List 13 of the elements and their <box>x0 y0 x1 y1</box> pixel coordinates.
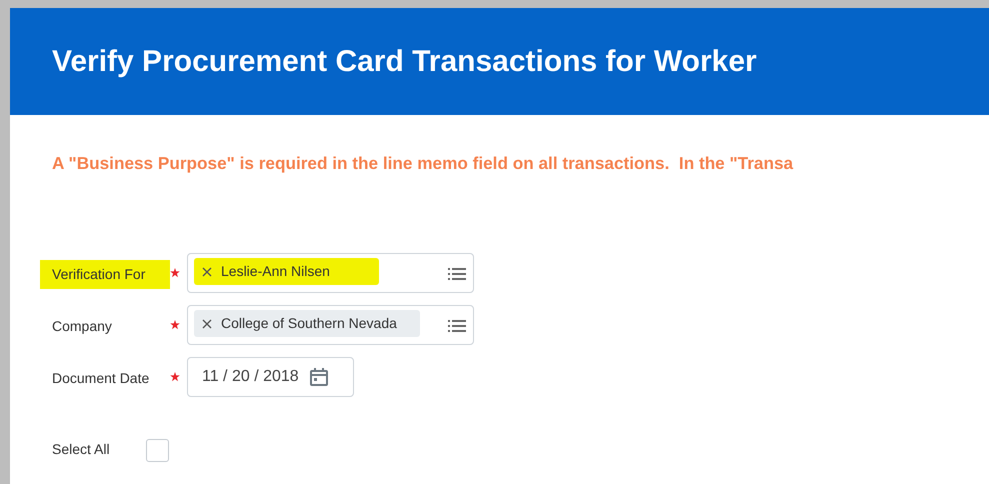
field-label: Verification For <box>40 260 170 289</box>
date-field[interactable]: 11 / 20 / 2018 <box>187 356 354 397</box>
select-field[interactable]: Leslie-Ann Nilsen <box>187 252 474 293</box>
field-label: Document Date <box>52 368 150 388</box>
selected-chip[interactable]: Leslie-Ann Nilsen <box>194 258 379 285</box>
calendar-icon[interactable] <box>308 366 329 387</box>
field-label: Select All <box>52 440 111 459</box>
page-title: Verify Procurement Card Transactions for Worker <box>52 44 757 80</box>
notice-text: A "Business Purpose" is required in the line memo field on all transactions. In the "Transa <box>52 152 794 175</box>
checkbox[interactable] <box>146 438 169 462</box>
field-label: Company <box>52 316 113 336</box>
selected-chip[interactable]: College of Southern Nevada <box>194 310 420 337</box>
select-field[interactable]: College of Southern Nevada <box>187 304 474 345</box>
